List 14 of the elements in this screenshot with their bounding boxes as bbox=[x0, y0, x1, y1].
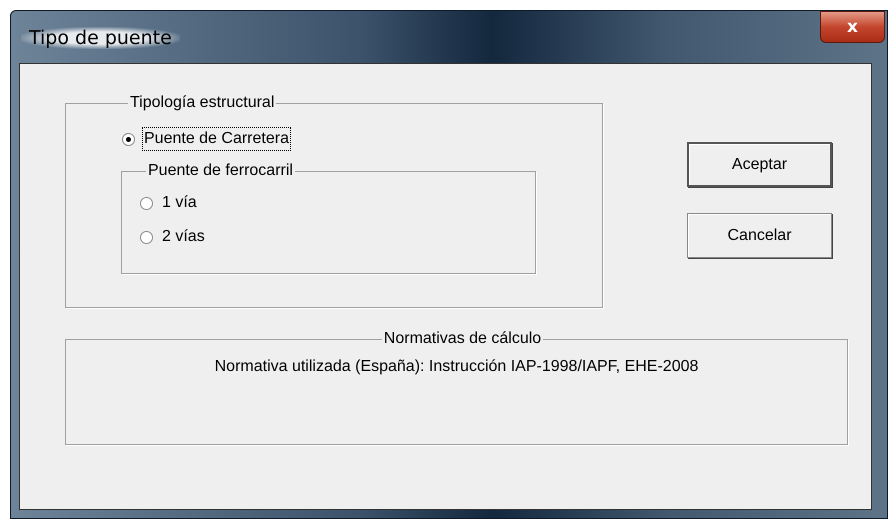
accept-button[interactable]: Aceptar bbox=[687, 142, 832, 187]
radio-icon[interactable] bbox=[140, 196, 153, 210]
close-button[interactable]: x bbox=[820, 11, 885, 43]
standards-text: Normativa utilizada (España): Instrucción IAP-1998/IAPF, EHE-2008 bbox=[214, 358, 698, 375]
radio-icon[interactable] bbox=[140, 230, 153, 244]
group-label: Puente de ferrocarril bbox=[147, 162, 294, 180]
radio-option[interactable]: Puente de Carretera bbox=[122, 122, 538, 156]
radio-option[interactable]: 1 vía bbox=[140, 186, 525, 220]
radio-icon[interactable] bbox=[122, 132, 135, 146]
group-label: Tipología estructural bbox=[129, 94, 276, 112]
radio-option[interactable]: 2 vías bbox=[140, 220, 525, 254]
cancel-button[interactable]: Cancelar bbox=[687, 213, 832, 258]
window-title: Tipo de puente bbox=[21, 27, 180, 49]
group-label: Normativas de cálculo bbox=[382, 330, 542, 348]
